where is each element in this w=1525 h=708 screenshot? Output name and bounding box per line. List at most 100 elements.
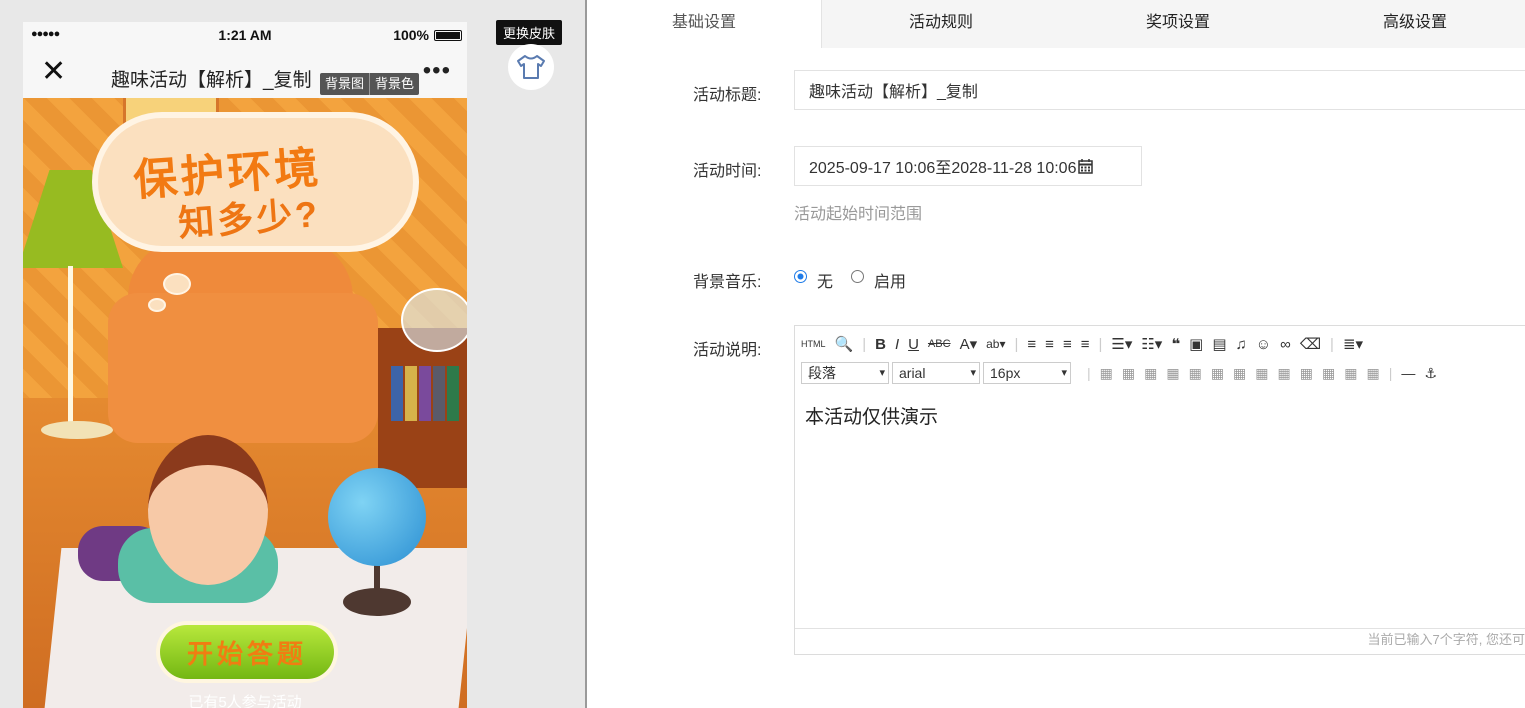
poster-illustration: 保护环境 知多少? 开始答题 已有5人参与活动 xyxy=(23,98,467,708)
editor-toolbar-row-1: HTML 🔍 | B I U ABC A▾ ab▾ | ≡ ≡ ≡ ≡ | ☰▾… xyxy=(801,331,1372,357)
music-label: 背景音乐: xyxy=(693,274,762,291)
eraser-icon[interactable]: ⌫ xyxy=(1300,335,1321,353)
emoji-icon[interactable]: ☺ xyxy=(1256,336,1271,353)
delete-col-icon[interactable]: ▦ xyxy=(1189,365,1202,382)
toolbar-separator: | xyxy=(1014,335,1019,353)
editor-toolbar-row-2: | ▦ ▦ ▦ ▦ ▦ ▦ ▦ ▦ ▦ ▦ ▦ ▦ ▦ | — ⚓ xyxy=(1087,360,1446,386)
boy-head xyxy=(148,435,268,585)
italic-icon[interactable]: I xyxy=(895,336,899,353)
start-quiz-label: 开始答题 xyxy=(186,638,307,669)
line-height-icon[interactable]: ≣▾ xyxy=(1343,335,1363,353)
phone-preview: ●●●●● 1:21 AM 100% ✕ 趣味活动【解析】_复制 ••• 背景图… xyxy=(23,22,467,708)
preview-icon[interactable]: 🔍 xyxy=(835,335,854,353)
editor-word-count: 当前已输入7个字符, 您还可 xyxy=(795,628,1525,654)
justify-icon[interactable]: ≡ xyxy=(1081,336,1090,353)
change-skin-label: 更换皮肤 xyxy=(496,20,563,45)
paragraph-select[interactable]: 段落 xyxy=(801,362,889,384)
toolbar-separator: | xyxy=(1388,365,1393,381)
battery-percent: 100% xyxy=(393,27,429,43)
align-center-icon[interactable]: ≡ xyxy=(1045,336,1054,353)
background-tools: 背景图 背景色 xyxy=(320,73,420,95)
align-right-icon[interactable]: ≡ xyxy=(1063,336,1072,353)
html-source-icon[interactable]: HTML xyxy=(801,339,826,349)
font-color-icon[interactable]: A▾ xyxy=(960,335,978,353)
split-rows-icon[interactable]: ▦ xyxy=(1300,365,1313,382)
fish-bowl xyxy=(401,288,467,352)
background-color-button[interactable]: 背景色 xyxy=(369,73,419,95)
tab-advanced-settings[interactable]: 高级设置 xyxy=(1298,0,1525,48)
close-icon[interactable]: ✕ xyxy=(41,57,66,87)
background-image-button[interactable]: 背景图 xyxy=(320,73,369,95)
time-range-field[interactable]: 2025-09-17 10:06至2028-11-28 10:06 xyxy=(794,146,1142,186)
toolbar-separator: | xyxy=(1330,335,1334,353)
tab-prize-settings[interactable]: 奖项设置 xyxy=(1061,0,1295,48)
title-field[interactable]: 趣味活动【解析】_复制 xyxy=(794,70,1525,110)
globe xyxy=(328,468,426,566)
bold-icon[interactable]: B xyxy=(875,336,886,353)
font-family-select[interactable]: arial xyxy=(892,362,980,384)
music-on-radio[interactable] xyxy=(851,270,864,283)
video-icon[interactable]: ▤ xyxy=(1212,335,1226,353)
toolbar-separator: | xyxy=(862,335,867,353)
underline-icon[interactable]: U xyxy=(908,336,919,353)
toolbar-separator: | xyxy=(1098,335,1103,353)
calendar-icon xyxy=(1078,158,1094,174)
book xyxy=(447,366,459,421)
strikethrough-icon[interactable]: ABC xyxy=(928,338,951,350)
link-icon[interactable]: ∞ xyxy=(1280,336,1291,353)
globe-stand xyxy=(343,588,411,616)
table-props-icon[interactable]: ▦ xyxy=(1366,365,1379,382)
insert-row-icon[interactable]: ▦ xyxy=(1122,365,1135,382)
book xyxy=(405,366,417,421)
horizontal-rule-icon[interactable]: — xyxy=(1401,365,1415,381)
delete-row-icon[interactable]: ▦ xyxy=(1166,365,1179,382)
shirt-icon xyxy=(517,55,545,79)
sofa-body xyxy=(108,293,378,443)
tab-basic-settings[interactable]: 基础设置 xyxy=(587,0,822,48)
blockquote-icon[interactable]: ❝ xyxy=(1171,335,1180,353)
book xyxy=(391,366,403,421)
merge-right-icon[interactable]: ▦ xyxy=(1255,365,1268,382)
split-cells-icon[interactable]: ▦ xyxy=(1233,365,1246,382)
delete-table-icon[interactable]: ▦ xyxy=(1344,365,1357,382)
align-left-icon[interactable]: ≡ xyxy=(1027,336,1036,353)
title-value: 趣味活动【解析】_复制 xyxy=(809,84,978,101)
merge-down-icon[interactable]: ▦ xyxy=(1278,365,1291,382)
anchor-icon[interactable]: ⚓ xyxy=(1424,365,1437,382)
thought-bubble xyxy=(148,298,166,312)
status-bar: ●●●●● 1:21 AM 100% xyxy=(23,22,467,47)
lamp-pole xyxy=(68,266,73,426)
poster-subheadline: 知多少? xyxy=(176,193,322,244)
music-off-label[interactable]: 无 xyxy=(817,268,833,292)
start-quiz-button[interactable]: 开始答题 xyxy=(160,625,334,679)
editor-content[interactable]: 本活动仅供演示 xyxy=(805,402,938,429)
music-off-radio[interactable] xyxy=(794,270,807,283)
insert-col-icon[interactable]: ▦ xyxy=(1144,365,1157,382)
book xyxy=(419,366,431,421)
unordered-list-icon[interactable]: ☷▾ xyxy=(1141,335,1162,353)
pane-divider[interactable] xyxy=(585,0,587,708)
table-icon[interactable]: ▦ xyxy=(1100,365,1113,382)
change-skin-button[interactable] xyxy=(508,44,554,90)
time-range-value: 2025-09-17 10:06至2028-11-28 10:06 xyxy=(809,160,1077,177)
music-on-label[interactable]: 启用 xyxy=(874,268,906,292)
book xyxy=(433,366,445,421)
more-icon[interactable]: ••• xyxy=(423,57,451,85)
highlight-icon[interactable]: ab▾ xyxy=(986,337,1005,351)
ordered-list-icon[interactable]: ☰▾ xyxy=(1111,335,1132,353)
image-icon[interactable]: ▣ xyxy=(1189,335,1203,353)
merge-cells-icon[interactable]: ▦ xyxy=(1211,365,1224,382)
page-title: 趣味活动【解析】_复制 xyxy=(111,70,312,91)
music-icon[interactable]: ♫ xyxy=(1236,336,1247,353)
tab-activity-rules[interactable]: 活动规则 xyxy=(824,0,1058,48)
split-cols-icon[interactable]: ▦ xyxy=(1322,365,1335,382)
lamp-base xyxy=(41,421,113,439)
participants-count: 已有5人参与活动 xyxy=(188,694,302,708)
settings-tabs: 基础设置 活动规则 奖项设置 高级设置 xyxy=(587,0,1525,48)
battery-icon xyxy=(434,30,462,41)
time-help-text: 活动起始时间范围 xyxy=(794,206,923,223)
time-label: 活动时间: xyxy=(693,163,762,180)
font-size-select[interactable]: 16px xyxy=(983,362,1071,384)
rich-text-editor: HTML 🔍 | B I U ABC A▾ ab▾ | ≡ ≡ ≡ ≡ | ☰▾… xyxy=(794,325,1525,655)
thought-bubble xyxy=(163,273,191,295)
